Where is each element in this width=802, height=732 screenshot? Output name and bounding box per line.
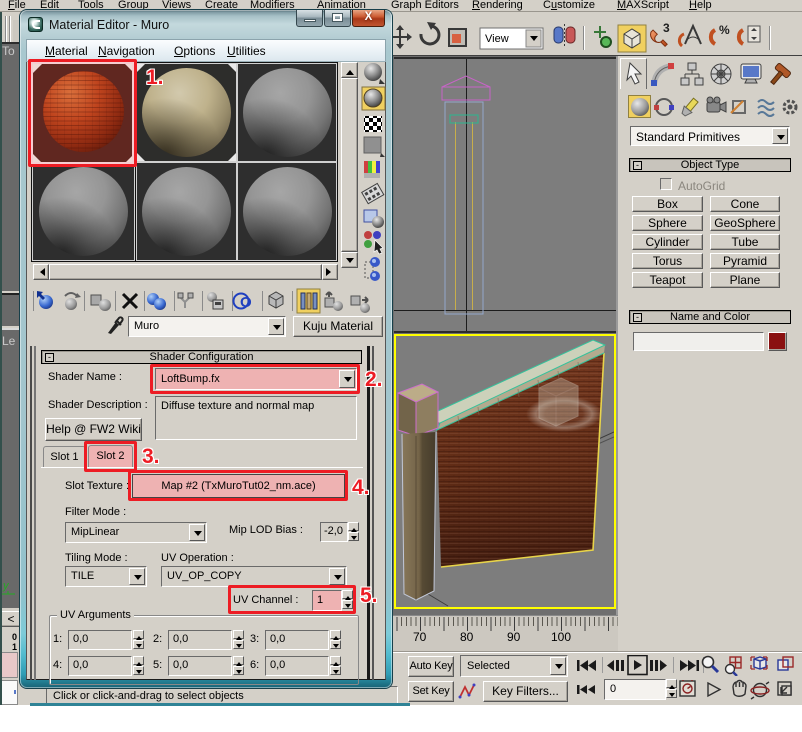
svg-text:%: % — [719, 23, 730, 37]
svg-text:View: View — [485, 33, 509, 45]
svg-text:3: 3 — [663, 21, 670, 35]
svg-text:y: y — [2, 580, 10, 592]
